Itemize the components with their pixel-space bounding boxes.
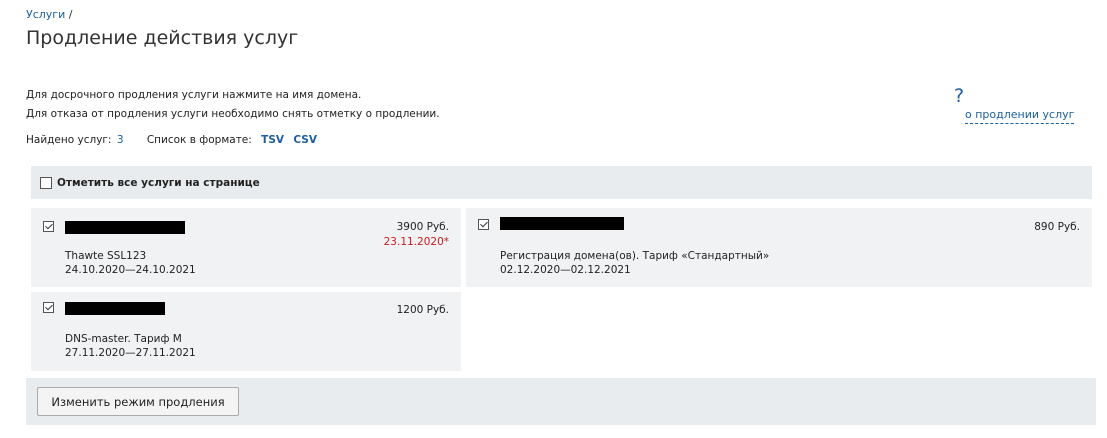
- service-warning-date: 23.11.2020*: [383, 236, 449, 248]
- service-name: Регистрация домена(ов). Тариф «Стандартн…: [500, 250, 770, 262]
- breadcrumb-separator: /: [68, 8, 73, 21]
- format-label: Список в формате:: [146, 134, 252, 146]
- description-line-1: Для досрочного продления услуги нажмите …: [26, 89, 362, 101]
- service-name: Thawte SSL123: [65, 250, 147, 262]
- service-period: 27.11.2020—27.11.2021: [65, 347, 196, 359]
- breadcrumb-link-services[interactable]: Услуги: [26, 8, 65, 21]
- service-domain-redacted[interactable]: [65, 221, 185, 234]
- service-name: DNS-master. Тариф М: [65, 333, 182, 345]
- help-renewal-link[interactable]: о продлении услуг: [965, 108, 1075, 124]
- service-checkbox[interactable]: [43, 302, 54, 313]
- summary-row: Найдено услуг: 3 Список в формате: TSV C…: [26, 134, 317, 146]
- service-price: 890 Руб.: [1034, 221, 1080, 233]
- select-all-bar[interactable]: Отметить все услуги на странице: [31, 166, 1092, 199]
- service-checkbox[interactable]: [43, 221, 54, 232]
- csv-export-link[interactable]: CSV: [293, 134, 317, 146]
- service-card-1: 3900 Руб. 23.11.2020* Thawte SSL123 24.1…: [31, 208, 461, 287]
- service-domain-redacted[interactable]: [500, 217, 624, 230]
- found-label: Найдено услуг:: [26, 134, 112, 146]
- service-domain-redacted[interactable]: [65, 302, 165, 315]
- select-all-label: Отметить все услуги на странице: [57, 176, 260, 189]
- service-checkbox[interactable]: [478, 219, 489, 230]
- description-line-2: Для отказа от продления услуги необходим…: [26, 108, 440, 120]
- service-period: 02.12.2020—02.12.2021: [500, 264, 631, 276]
- service-price: 3900 Руб.: [396, 221, 449, 233]
- found-count: 3: [116, 134, 124, 146]
- service-period: 24.10.2020—24.10.2021: [65, 264, 196, 276]
- change-renewal-mode-button[interactable]: Изменить режим продления: [37, 387, 239, 416]
- service-card-3: 1200 Руб. DNS-master. Тариф М 27.11.2020…: [31, 292, 461, 371]
- service-price: 1200 Руб.: [396, 304, 449, 316]
- page-title: Продление действия услуг: [26, 27, 299, 49]
- breadcrumb: Услуги /: [26, 8, 72, 21]
- service-card-2: 890 Руб. Регистрация домена(ов). Тариф «…: [466, 208, 1092, 287]
- help-question-icon[interactable]: ?: [954, 85, 964, 107]
- tsv-export-link[interactable]: TSV: [261, 134, 284, 146]
- actions-bar: Изменить режим продления: [26, 378, 1096, 425]
- select-all-checkbox[interactable]: [40, 176, 52, 189]
